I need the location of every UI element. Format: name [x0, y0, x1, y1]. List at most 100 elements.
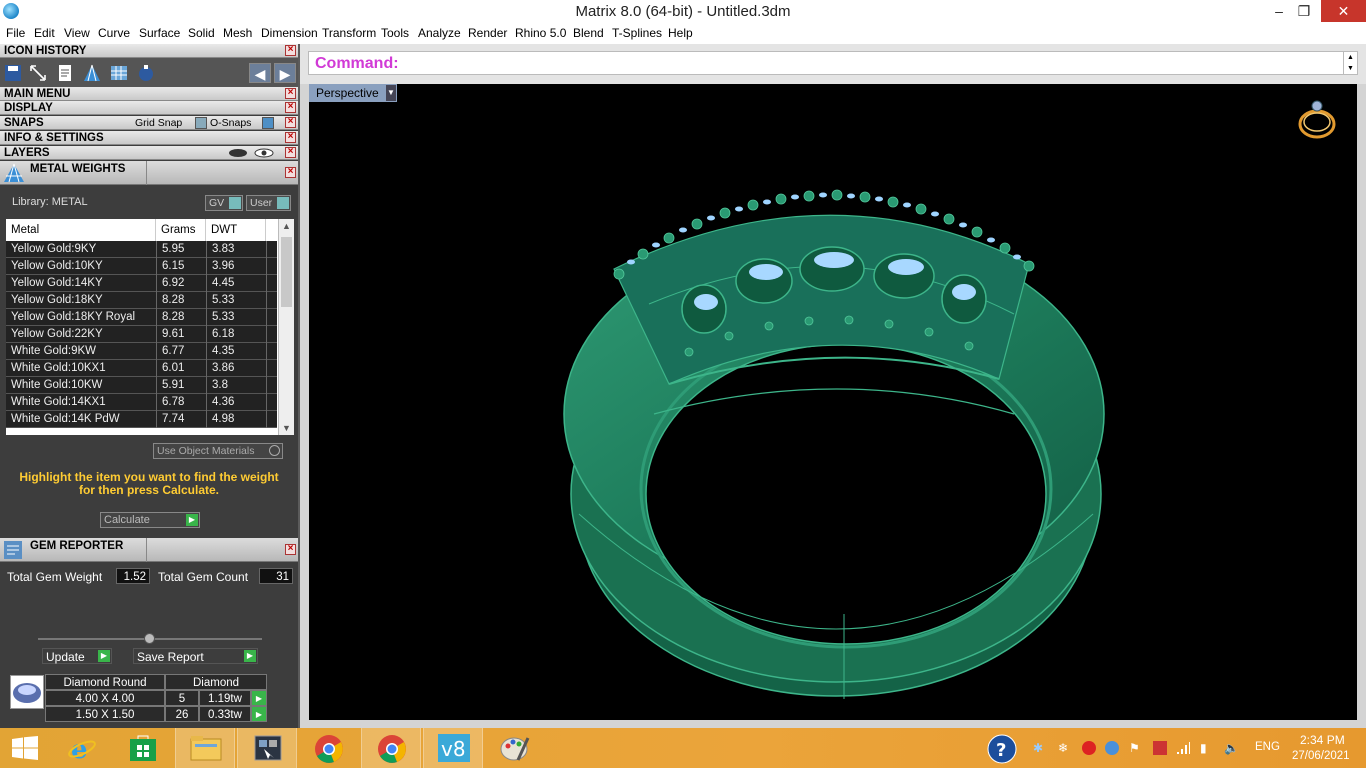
menu-transform[interactable]: Transform — [322, 26, 376, 40]
table-row[interactable]: White Gold:14K PdW 7.74 4.98 — [6, 411, 277, 428]
menu-view[interactable]: View — [64, 26, 90, 40]
menu-surface[interactable]: Surface — [139, 26, 180, 40]
grid-tool-icon[interactable] — [109, 63, 129, 83]
ring-navigation-icon[interactable] — [1297, 96, 1339, 142]
taskbar-paint[interactable] — [485, 728, 545, 768]
menu-dimension[interactable]: Dimension — [261, 26, 318, 40]
table-row[interactable]: Yellow Gold:10KY 6.15 3.96 — [6, 258, 277, 275]
calculate-button[interactable]: Calculate ▶ — [100, 512, 200, 528]
taskbar-chrome-2[interactable] — [361, 728, 421, 768]
menu-analyze[interactable]: Analyze — [418, 26, 461, 40]
command-input[interactable]: Command: ▲ ▼ — [308, 51, 1358, 75]
osnaps-toggle[interactable] — [262, 117, 274, 129]
grid-snap-toggle[interactable] — [195, 117, 207, 129]
flag-tray-icon[interactable]: ⚑ — [1129, 741, 1143, 755]
menu-render[interactable]: Render — [468, 26, 507, 40]
menu-mesh[interactable]: Mesh — [223, 26, 252, 40]
transform-icon[interactable] — [28, 63, 48, 83]
snowflake-tray-icon[interactable]: ❄ — [1058, 741, 1072, 755]
start-icon[interactable] — [11, 736, 39, 760]
command-history-spinner[interactable]: ▲ ▼ — [1343, 52, 1357, 74]
menu-blend[interactable]: Blend — [573, 26, 604, 40]
close-icon[interactable]: × — [285, 45, 296, 56]
table-row[interactable]: Yellow Gold:22KY 9.61 6.18 — [6, 326, 277, 343]
menu-edit[interactable]: Edit — [34, 26, 55, 40]
table-row[interactable]: Yellow Gold:18KY 8.28 5.33 — [6, 292, 277, 309]
layers-header[interactable]: LAYERS × — [0, 146, 298, 160]
gem-tool-icon[interactable] — [82, 63, 102, 83]
table-row[interactable]: White Gold:10KX1 6.01 3.86 — [6, 360, 277, 377]
viewport-dropdown-icon[interactable]: ▼ — [386, 85, 396, 101]
hide-layer-icon[interactable] — [227, 147, 249, 159]
icon-history-header[interactable]: ICON HISTORY × — [0, 44, 298, 58]
language-indicator[interactable]: ENG — [1255, 741, 1280, 753]
battery-tray-icon[interactable]: ▮ — [1200, 741, 1214, 755]
signal-tray-icon[interactable] — [1176, 741, 1190, 755]
table-row[interactable]: Yellow Gold:14KY 6.92 4.45 — [6, 275, 277, 292]
metal-table-scrollbar[interactable]: ▲ ▼ — [278, 219, 294, 435]
eye-icon[interactable] — [253, 147, 275, 159]
chat-tray-icon[interactable] — [1105, 741, 1119, 755]
menu-curve[interactable]: Curve — [98, 26, 130, 40]
menu-tools[interactable]: Tools — [381, 26, 409, 40]
beats-tray-icon[interactable] — [1082, 741, 1096, 755]
gv-toggle[interactable]: GV — [205, 195, 243, 211]
table-row[interactable]: White Gold:10KW 5.91 3.8 — [6, 377, 277, 394]
metal-weights-panel: METAL WEIGHTS × Library: METAL GV User M… — [0, 161, 298, 539]
metal-name: Yellow Gold:22KY — [11, 328, 103, 340]
close-icon[interactable]: × — [285, 132, 296, 143]
menu-rhino5[interactable]: Rhino 5.0 — [515, 26, 566, 40]
clock-time[interactable]: 2:34 PM — [1300, 733, 1345, 747]
forward-arrow-icon[interactable]: ▶ — [274, 63, 296, 83]
taskbar-ie[interactable]: e — [52, 728, 112, 768]
taskbar-chrome[interactable] — [299, 728, 359, 768]
column-header-grams[interactable]: Grams — [156, 219, 206, 241]
close-icon[interactable]: × — [285, 102, 296, 113]
update-button[interactable]: Update ▶ — [42, 648, 112, 664]
gem-reporter-header[interactable]: GEM REPORTER × — [0, 538, 298, 562]
menu-file[interactable]: File — [6, 26, 25, 40]
table-row[interactable]: White Gold:14KX1 6.78 4.36 — [6, 394, 277, 411]
use-object-materials-toggle[interactable]: Use Object Materials — [153, 443, 283, 459]
table-row[interactable]: Yellow Gold:9KY 5.95 3.83 — [6, 241, 277, 258]
info-settings-header[interactable]: INFO & SETTINGS × — [0, 131, 298, 145]
main-menu-header[interactable]: MAIN MENU × — [0, 87, 298, 101]
shield-tray-icon[interactable] — [1153, 741, 1167, 755]
close-icon[interactable]: × — [285, 117, 296, 128]
table-row[interactable]: White Gold:9KW 6.77 4.35 — [6, 343, 277, 360]
user-toggle[interactable]: User — [246, 195, 291, 211]
close-icon[interactable]: × — [285, 147, 296, 158]
snaps-header[interactable]: SNAPS Grid Snap O-Snaps × — [0, 116, 298, 130]
taskbar-matrix[interactable] — [237, 728, 297, 768]
column-header-metal[interactable]: Metal — [6, 219, 156, 241]
back-arrow-icon[interactable]: ◀ — [249, 63, 271, 83]
close-button[interactable]: ✕ — [1321, 0, 1366, 22]
menu-solid[interactable]: Solid — [188, 26, 215, 40]
restore-button[interactable]: ❐ — [1287, 0, 1321, 22]
metal-weights-header[interactable]: METAL WEIGHTS × — [0, 161, 298, 185]
bluetooth-tray-icon[interactable]: ✱ — [1033, 741, 1047, 755]
viewport-tab[interactable]: Perspective — [309, 84, 397, 102]
close-icon[interactable]: × — [285, 88, 296, 99]
clock-date[interactable]: 27/06/2021 — [1292, 750, 1350, 762]
save-icon[interactable] — [3, 63, 23, 83]
perspective-viewport[interactable]: Perspective ▼ — [309, 84, 1357, 720]
go-arrow-icon[interactable]: ▶ — [251, 690, 267, 706]
go-arrow-icon[interactable]: ▶ — [251, 706, 267, 722]
display-header[interactable]: DISPLAY × — [0, 101, 298, 115]
gem-slider[interactable] — [38, 633, 262, 644]
table-row[interactable]: Yellow Gold:18KY Royal 8.28 5.33 — [6, 309, 277, 326]
column-header-dwt[interactable]: DWT — [206, 219, 266, 241]
render-tool-icon[interactable] — [136, 63, 156, 83]
close-icon[interactable]: × — [285, 167, 296, 178]
menu-help[interactable]: Help — [668, 26, 693, 40]
save-report-button[interactable]: Save Report ▶ — [133, 648, 258, 664]
menu-tsplines[interactable]: T-Splines — [612, 26, 662, 40]
volume-tray-icon[interactable]: 🔈 — [1224, 741, 1239, 755]
taskbar-vector-app[interactable]: v8 — [423, 728, 483, 768]
help-icon[interactable]: ? — [987, 734, 1017, 764]
taskbar-store[interactable] — [113, 728, 173, 768]
taskbar-explorer[interactable] — [175, 728, 235, 768]
close-icon[interactable]: × — [285, 544, 296, 555]
document-icon[interactable] — [55, 63, 75, 83]
